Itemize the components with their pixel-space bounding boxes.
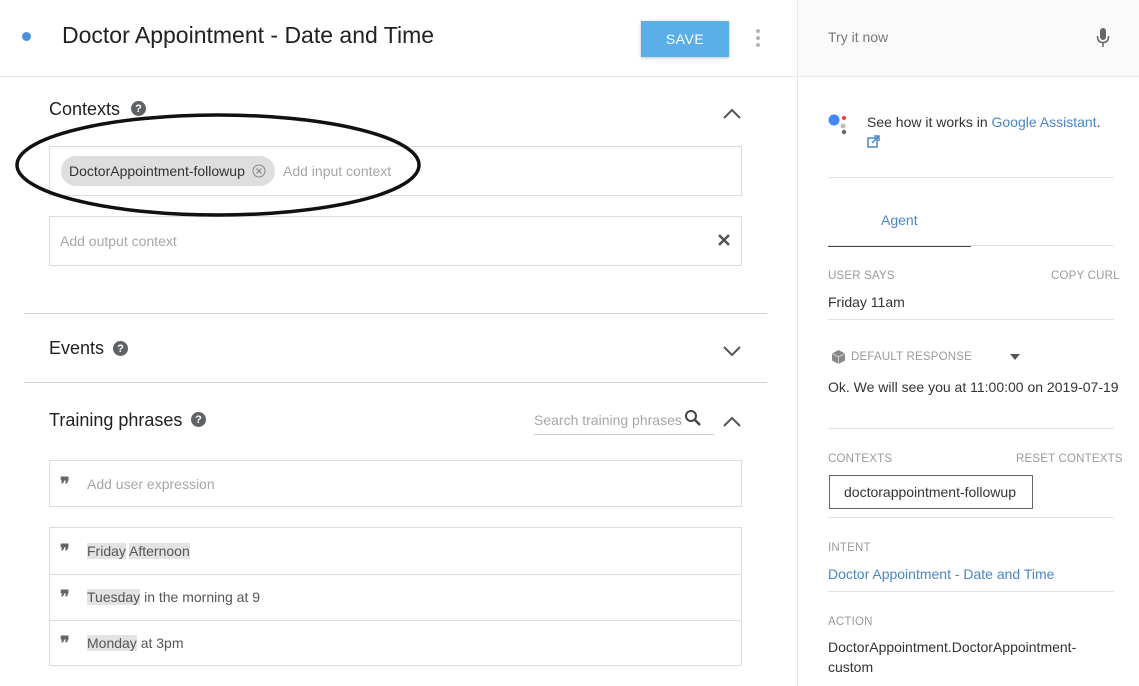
user-says-value: Friday 11am	[828, 294, 905, 310]
chevron-up-icon[interactable]	[723, 416, 741, 427]
help-icon[interactable]: ?	[113, 341, 128, 356]
default-response-value: Ok. We will see you at 11:00:00 on 2019-…	[828, 379, 1119, 395]
phrase-text[interactable]: Tuesday in the morning at 9	[87, 589, 260, 605]
action-value-line1: DoctorAppointment.DoctorAppointment-	[828, 639, 1077, 655]
context-chip[interactable]: doctorappointment-followup	[829, 475, 1033, 509]
google-assistant-icon	[828, 114, 847, 135]
assistant-period: .	[1096, 114, 1101, 130]
phrase-rest: in the morning at 9	[144, 589, 261, 605]
search-icon[interactable]	[684, 409, 702, 427]
dropdown-arrow-icon[interactable]	[1010, 354, 1020, 360]
list-item[interactable]: ❞ Monday at 3pm	[50, 621, 741, 665]
intent-editor: Doctor Appointment - Date and Time SAVE …	[0, 0, 797, 686]
entity-annotation[interactable]: Afternoon	[129, 543, 190, 559]
phrase-rest: at 3pm	[140, 635, 184, 651]
tab-agent[interactable]: Agent	[828, 200, 971, 247]
add-user-expression-placeholder: Add user expression	[87, 476, 215, 492]
entity-annotation[interactable]: Tuesday	[87, 589, 141, 605]
annotation-ellipse	[15, 113, 421, 217]
copy-curl-button[interactable]: COPY CURL	[1051, 270, 1120, 282]
scroll-fade	[0, 664, 797, 686]
quote-icon: ❞	[60, 587, 70, 607]
reset-contexts-button[interactable]: RESET CONTEXTS	[1016, 453, 1123, 465]
divider	[828, 245, 1114, 246]
default-response-label: DEFAULT RESPONSE	[851, 351, 973, 363]
output-context-placeholder: Add output context	[60, 233, 177, 249]
section-divider	[24, 313, 767, 314]
chevron-up-icon[interactable]	[723, 108, 741, 119]
help-icon[interactable]: ?	[191, 412, 206, 427]
close-icon[interactable]	[717, 233, 731, 247]
tab-agent-label: Agent	[881, 212, 918, 228]
contexts-label: CONTEXTS	[828, 453, 893, 465]
entity-annotation[interactable]: Friday	[87, 543, 126, 559]
entity-annotation[interactable]: Monday	[87, 635, 137, 651]
phrase-text[interactable]: Friday Afternoon	[87, 543, 190, 559]
quote-icon: ❞	[60, 474, 70, 494]
chevron-down-icon[interactable]	[723, 346, 741, 357]
divider	[828, 177, 1114, 178]
training-phrases-title: Training phrases	[49, 410, 183, 430]
add-user-expression-field[interactable]: ❞ Add user expression	[49, 460, 742, 507]
user-says-label: USER SAYS	[828, 270, 895, 282]
divider	[828, 591, 1114, 592]
list-item[interactable]: ❞ Friday Afternoon	[50, 528, 741, 574]
divider	[828, 319, 1114, 320]
action-value-line2: custom	[828, 659, 874, 675]
assistant-text: See how it works in	[867, 114, 992, 130]
phrase-text[interactable]: Monday at 3pm	[87, 635, 184, 651]
training-phrase-list: ❞ Friday Afternoon ❞ Tuesday in the morn…	[49, 527, 742, 666]
more-vert-icon[interactable]	[756, 29, 760, 50]
status-dot-icon	[22, 32, 31, 41]
google-assistant-link[interactable]: Google Assistant	[992, 114, 1097, 130]
context-chip-label: doctorappointment-followup	[844, 484, 1016, 500]
divider	[828, 428, 1114, 429]
section-divider	[24, 382, 767, 383]
external-link-icon[interactable]	[867, 135, 880, 148]
page-title: Doctor Appointment - Date and Time	[62, 22, 435, 48]
training-search-input[interactable]: Search training phrases	[534, 406, 714, 435]
intent-link[interactable]: Doctor Appointment - Date and Time	[828, 566, 1054, 582]
divider	[828, 517, 1114, 518]
output-context-field[interactable]: Add output context	[49, 216, 742, 266]
training-search-placeholder: Search training phrases	[534, 412, 682, 428]
try-it-now-bar[interactable]: Try it now	[798, 0, 1139, 77]
mic-icon[interactable]	[1096, 27, 1110, 48]
intent-label: INTENT	[828, 542, 871, 554]
test-console: Try it now See how it works in Google As…	[797, 0, 1139, 686]
try-it-now-input[interactable]: Try it now	[828, 29, 888, 45]
list-item[interactable]: ❞ Tuesday in the morning at 9	[50, 575, 741, 620]
events-title: Events	[49, 338, 105, 358]
quote-icon: ❞	[60, 541, 70, 561]
action-label: ACTION	[828, 616, 873, 628]
header-divider	[0, 76, 797, 77]
quote-icon: ❞	[60, 633, 70, 653]
save-button[interactable]: SAVE	[641, 21, 729, 57]
response-cube-icon	[831, 350, 846, 364]
assistant-promo: See how it works in Google Assistant.	[867, 114, 1100, 130]
